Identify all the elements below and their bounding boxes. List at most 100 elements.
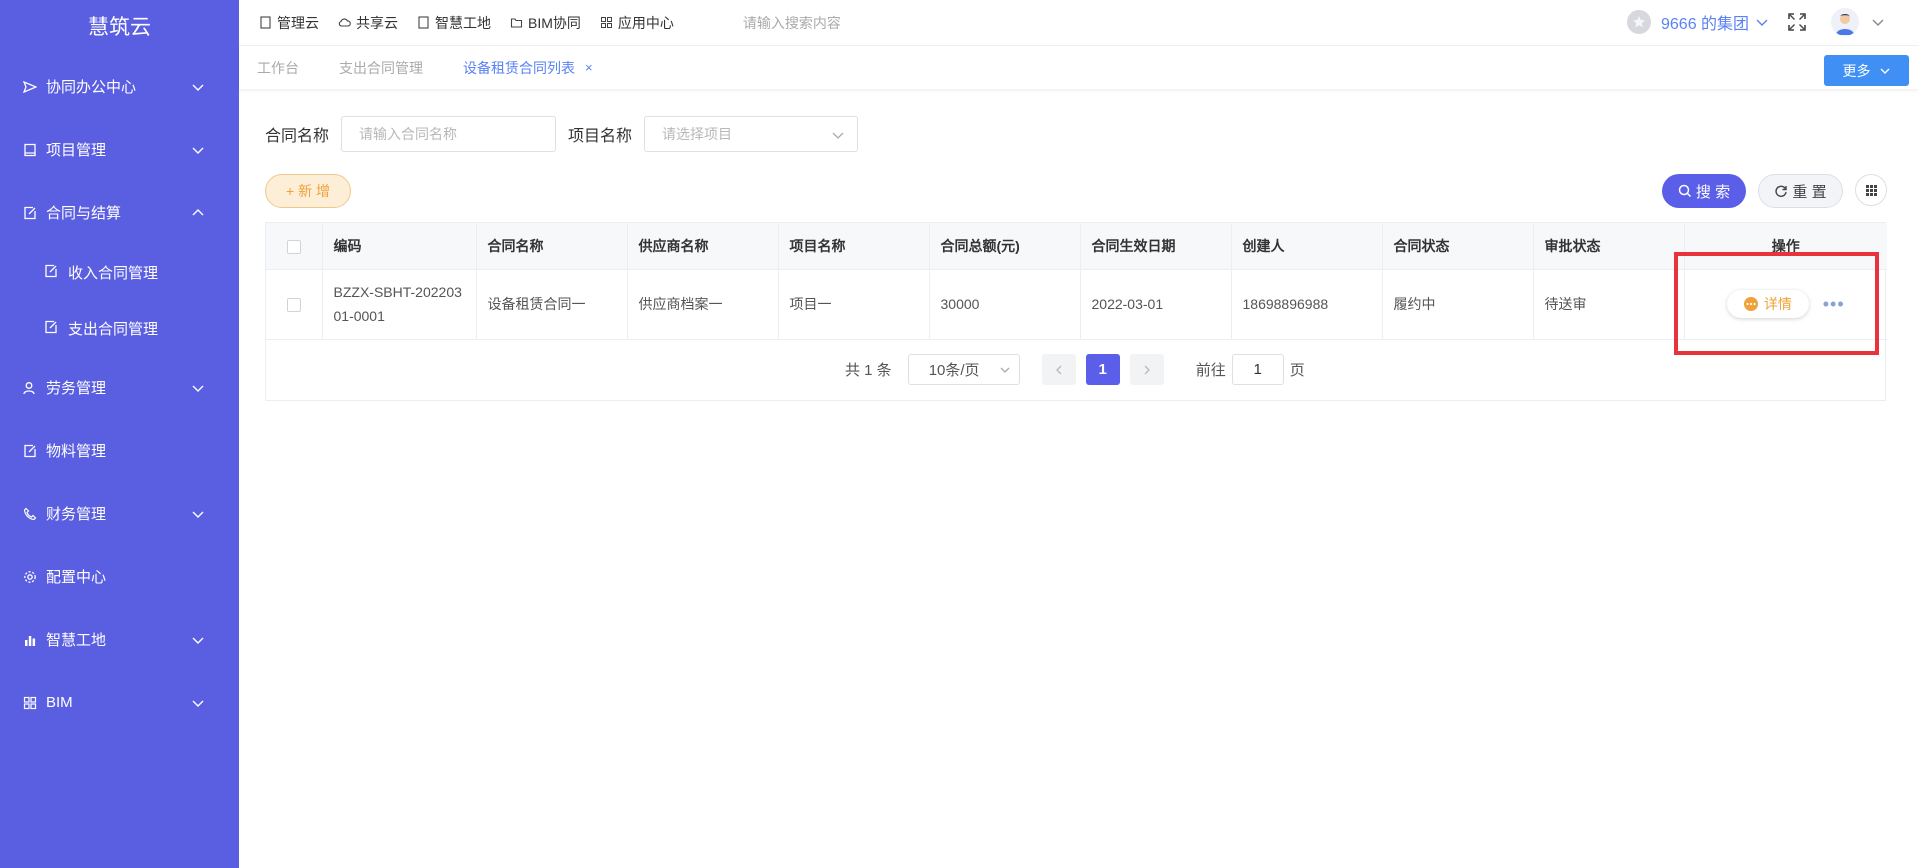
top-link-smart-site[interactable]: 智慧工地 (417, 13, 491, 33)
apps-icon (600, 16, 613, 29)
sidebar-item-label: 劳务管理 (46, 380, 107, 397)
edit-doc-icon (44, 264, 60, 280)
table-row: BZZX-SBHT-20220301-0001 设备租赁合同一 供应商档案一 项… (266, 269, 1887, 340)
sidebar: 慧筑云 协同办公中心 项目管理 合同与结算 收入合同管理 支出合同管理 劳务管理 (0, 0, 239, 868)
sidebar-item-project[interactable]: 项目管理 (0, 118, 239, 181)
project-name-label: 项目名称 (568, 128, 633, 145)
sidebar-item-office[interactable]: 协同办公中心 (0, 55, 239, 118)
phone-icon (22, 506, 38, 522)
fullscreen-icon[interactable] (1787, 12, 1807, 32)
bar-chart-icon (22, 632, 38, 648)
top-link-label: BIM协同 (528, 14, 581, 31)
chevron-right-icon (1144, 365, 1150, 374)
user-menu[interactable] (1831, 8, 1885, 36)
folder-icon (510, 16, 523, 29)
top-bar: 管理云 共享云 智慧工地 BIM协同 应用中心 请输入搜索内容 9666 的集团 (239, 0, 1919, 45)
chevron-left-icon (1055, 365, 1062, 374)
goto-prefix: 前往 (1195, 362, 1226, 379)
sidebar-item-material[interactable]: 物料管理 (0, 419, 239, 482)
search-button[interactable]: 搜 索 (1662, 174, 1746, 208)
prev-page-button[interactable] (1041, 354, 1076, 385)
sidebar-item-config[interactable]: 配置中心 (0, 545, 239, 608)
sidebar-item-expense-contract[interactable]: 支出合同管理 (0, 300, 239, 356)
sidebar-item-label: 物料管理 (46, 443, 107, 460)
sidebar-item-label: 支出合同管理 (68, 320, 159, 338)
refresh-icon (1775, 185, 1788, 197)
top-link-share-cloud[interactable]: 共享云 (338, 13, 398, 33)
sidebar-item-label: 收入合同管理 (68, 264, 159, 282)
column-header: 项目名称 (778, 223, 930, 270)
close-icon[interactable]: × (585, 60, 593, 75)
chevron-down-icon (1872, 19, 1884, 26)
cell-creator: 18698896988 (1231, 269, 1383, 340)
column-header: 合同名称 (476, 223, 628, 270)
page-number-current[interactable]: 1 (1085, 354, 1120, 385)
cloud-icon (338, 16, 351, 29)
org-name: 9666 的集团 (1661, 16, 1750, 33)
sidebar-item-label: 合同与结算 (46, 205, 122, 222)
tab-label: 工作台 (257, 59, 299, 76)
sidebar-item-income-contract[interactable]: 收入合同管理 (0, 244, 239, 300)
select-all-checkbox[interactable] (286, 239, 301, 254)
add-button[interactable]: + 新 增 (265, 174, 351, 208)
filter-form: 合同名称 请输入合同名称 项目名称 请选择项目 (265, 116, 859, 152)
sidebar-menu: 协同办公中心 项目管理 合同与结算 收入合同管理 支出合同管理 劳务管理 物料管… (0, 55, 239, 734)
sidebar-item-label: BIM (46, 694, 73, 711)
cell-contract-status: 履约中 (1382, 269, 1534, 340)
top-link-app-center[interactable]: 应用中心 (600, 13, 674, 33)
reset-button[interactable]: 重 置 (1758, 174, 1843, 208)
tab-equipment-lease-list[interactable]: 设备租赁合同列表 × (463, 58, 593, 78)
avatar (1831, 8, 1859, 36)
org-icon (1627, 10, 1651, 34)
edit-doc-icon (22, 205, 38, 221)
top-link-bim[interactable]: BIM协同 (510, 13, 581, 33)
total-count: 共 1 条 (845, 362, 892, 379)
doc-icon (259, 16, 272, 29)
gear-icon (22, 569, 38, 585)
tab-label: 支出合同管理 (339, 59, 423, 76)
grid-icon (1865, 184, 1877, 196)
org-switcher[interactable]: 9666 的集团 (1627, 10, 1769, 34)
top-link-label: 智慧工地 (435, 14, 491, 31)
next-page-button[interactable] (1129, 354, 1164, 385)
column-header: 创建人 (1231, 223, 1383, 270)
sidebar-item-finance[interactable]: 财务管理 (0, 482, 239, 545)
row-checkbox[interactable] (286, 298, 301, 313)
search-button-label: 搜 索 (1695, 183, 1731, 201)
column-header: 审批状态 (1533, 223, 1685, 270)
chevron-down-icon (192, 511, 204, 518)
project-select[interactable]: 请选择项目 (644, 116, 859, 152)
column-settings-button[interactable] (1855, 174, 1887, 206)
chevron-down-icon (192, 637, 204, 644)
cell-approval-status: 待送审 (1533, 269, 1685, 340)
column-header: 合同生效日期 (1080, 223, 1232, 270)
cell-effective-date: 2022-03-01 (1080, 269, 1232, 340)
sidebar-item-smart-site[interactable]: 智慧工地 (0, 608, 239, 671)
sidebar-item-label: 项目管理 (46, 142, 107, 159)
sidebar-item-label: 配置中心 (46, 569, 107, 586)
tab-expense-contract[interactable]: 支出合同管理 (339, 58, 423, 78)
column-header: 供应商名称 (627, 223, 779, 270)
goto-page-input[interactable]: 1 (1231, 354, 1284, 385)
chevron-down-icon (192, 84, 204, 91)
sidebar-item-labor[interactable]: 劳务管理 (0, 356, 239, 419)
global-search-input[interactable]: 请输入搜索内容 (743, 13, 943, 33)
tab-label: 设备租赁合同列表 (463, 59, 575, 76)
page-size-select[interactable]: 10条/页 (907, 354, 1020, 385)
row-select-cell (266, 269, 323, 340)
top-link-management-cloud[interactable]: 管理云 (259, 13, 319, 33)
sidebar-item-label: 财务管理 (46, 506, 107, 523)
doc-icon (417, 16, 430, 29)
column-header: 合同总额(元) (929, 223, 1081, 270)
cell-project: 项目一 (778, 269, 930, 340)
column-header: 合同状态 (1382, 223, 1534, 270)
tab-bar: 工作台 支出合同管理 设备租赁合同列表 × 更多 (239, 45, 1919, 89)
sidebar-item-contract[interactable]: 合同与结算 (0, 181, 239, 244)
tab-workbench[interactable]: 工作台 (257, 58, 299, 78)
more-button[interactable]: 更多 (1824, 55, 1909, 86)
contract-name-input[interactable]: 请输入合同名称 (341, 116, 557, 152)
edit-doc-icon (22, 443, 38, 459)
highlight-annotation (1674, 252, 1879, 355)
sidebar-item-bim[interactable]: BIM (0, 671, 239, 734)
page-size-value: 10条/页 (928, 362, 980, 379)
